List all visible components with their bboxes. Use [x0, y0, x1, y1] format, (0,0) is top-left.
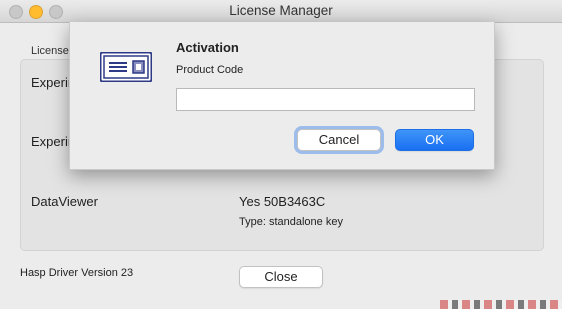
background-window-edge: [440, 300, 562, 309]
sheet-title: Activation: [176, 40, 239, 55]
activation-sheet: Activation Product Code Cancel OK: [69, 22, 495, 170]
group-label: Licenses: [31, 45, 75, 57]
product-code-label: Product Code: [176, 64, 244, 76]
license-status-value: Yes 50B3463C: [239, 194, 326, 209]
license-card-icon: [100, 52, 152, 82]
cancel-button[interactable]: Cancel: [297, 129, 381, 151]
license-type-value: Type: standalone key: [239, 216, 343, 228]
close-button[interactable]: Close: [239, 266, 323, 288]
driver-version-label: Hasp Driver Version 23: [20, 267, 134, 279]
title-bar: License Manager: [0, 0, 562, 23]
window-title: License Manager: [229, 3, 333, 18]
product-code-input[interactable]: [176, 88, 475, 111]
ok-button[interactable]: OK: [395, 129, 474, 151]
license-row-label: DataViewer: [31, 194, 98, 209]
